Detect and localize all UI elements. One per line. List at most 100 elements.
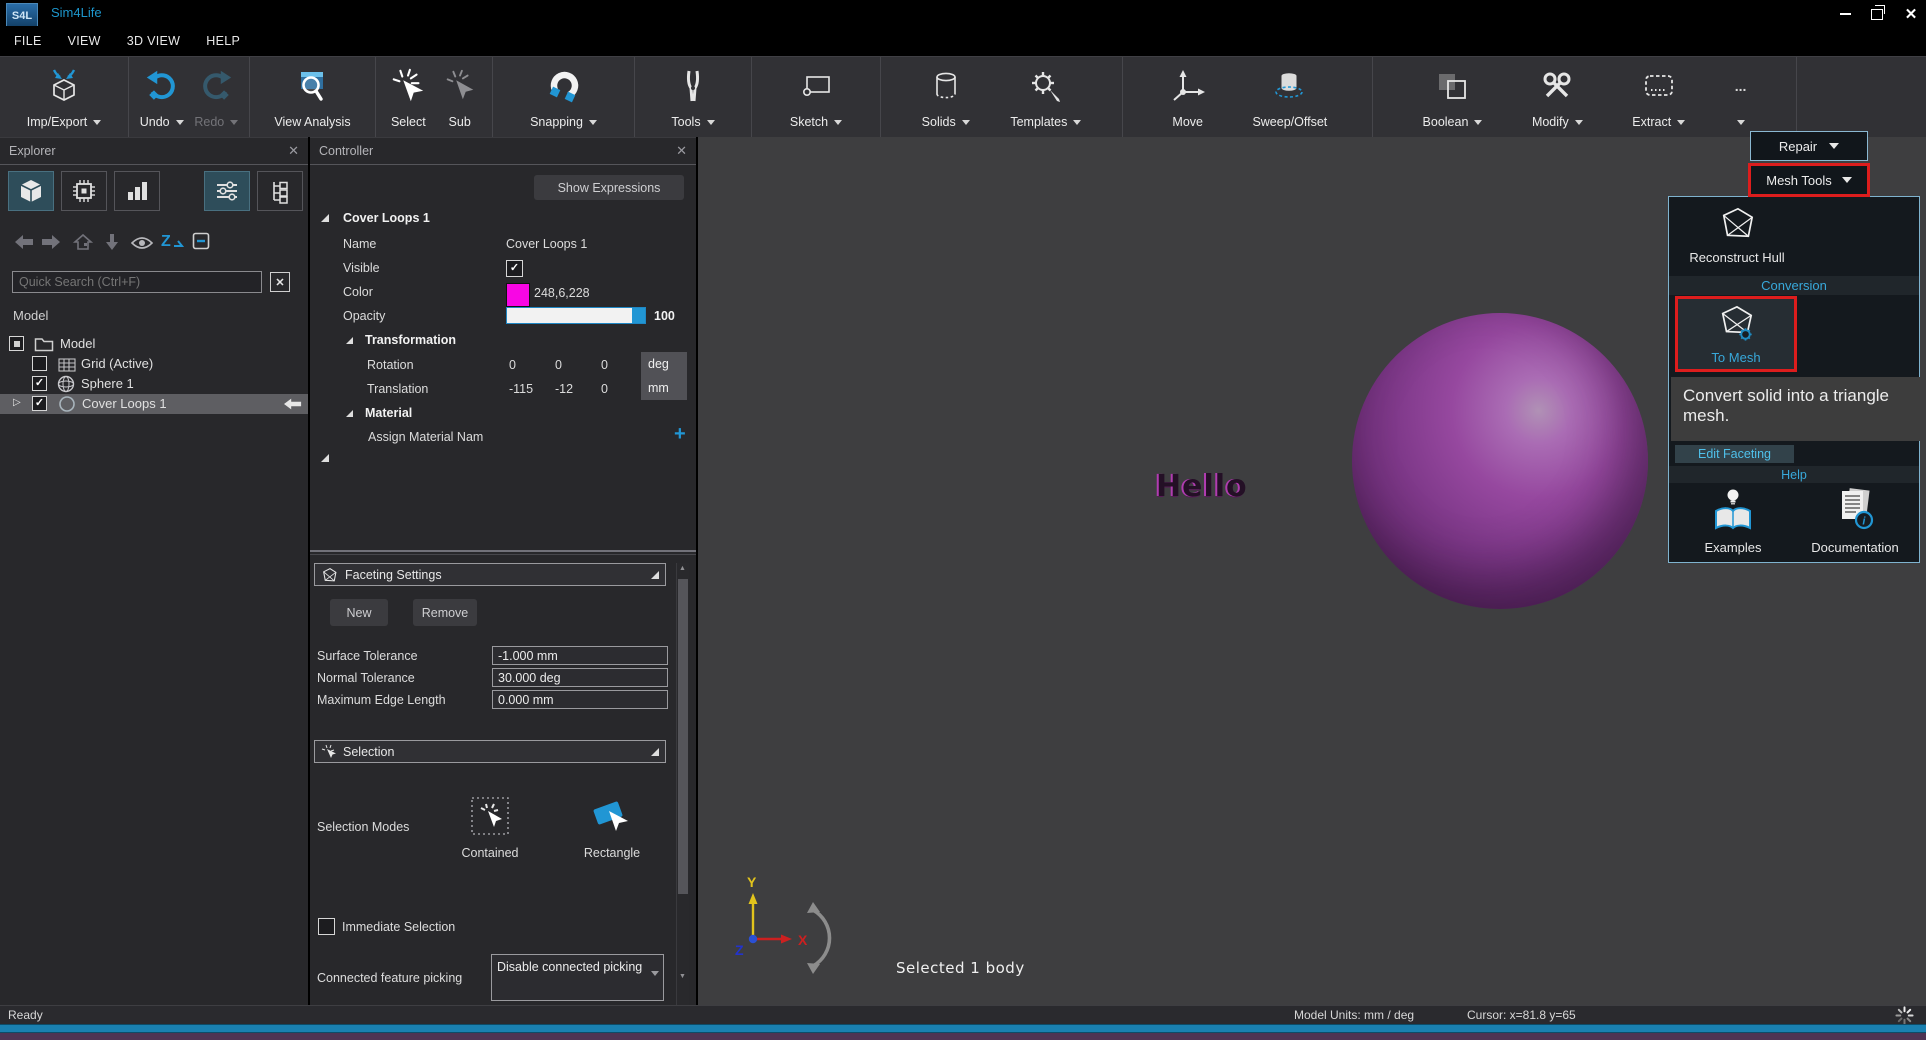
transformation-group[interactable]: Transformation bbox=[346, 330, 456, 350]
rotation-z-value[interactable]: 0 bbox=[601, 355, 608, 375]
tab-tree[interactable] bbox=[257, 171, 303, 211]
max-edge-length-input[interactable] bbox=[492, 690, 668, 709]
scroll-down-icon[interactable]: ▼ bbox=[679, 973, 686, 980]
toolbar-overflow-button[interactable]: ... bbox=[1735, 57, 1747, 137]
name-value[interactable]: Cover Loops 1 bbox=[506, 234, 587, 254]
tree-label[interactable]: Grid (Active) bbox=[81, 356, 153, 371]
move-button[interactable]: Move bbox=[1168, 57, 1208, 137]
nav-down-button[interactable] bbox=[105, 233, 119, 251]
translation-x-value[interactable]: -115 bbox=[509, 379, 533, 399]
sketch-button[interactable]: Sketch bbox=[790, 57, 842, 137]
goto-left-arrow-icon[interactable] bbox=[284, 398, 302, 410]
surface-tolerance-input[interactable] bbox=[492, 646, 668, 665]
tree-label[interactable]: Cover Loops 1 bbox=[82, 396, 167, 411]
templates-button[interactable]: Templates bbox=[1010, 57, 1081, 137]
tree-row-grid[interactable]: Grid (Active) bbox=[0, 354, 308, 374]
imp-export-button[interactable]: Imp/Export bbox=[27, 57, 101, 137]
boolean-button[interactable]: Boolean bbox=[1423, 57, 1483, 137]
repair-dropdown-button[interactable]: Repair bbox=[1750, 131, 1868, 161]
nav-forward-button[interactable] bbox=[41, 234, 61, 250]
cover-loops-checkbox[interactable]: ✓ bbox=[32, 396, 47, 411]
rotation-y-value[interactable]: 0 bbox=[555, 355, 562, 375]
menu-3d-view[interactable]: 3D VIEW bbox=[127, 34, 181, 48]
sub-select-button[interactable]: Sub bbox=[441, 57, 479, 137]
menu-help[interactable]: HELP bbox=[206, 34, 240, 48]
minimize-button[interactable] bbox=[1832, 6, 1858, 22]
opacity-slider[interactable] bbox=[506, 307, 646, 324]
modify-button[interactable]: Modify bbox=[1532, 57, 1583, 137]
selection-header[interactable]: Selection bbox=[314, 740, 666, 763]
documentation-item[interactable]: i Documentation bbox=[1797, 487, 1913, 555]
search-clear-button[interactable]: ✕ bbox=[270, 272, 290, 292]
connected-picking-dropdown[interactable]: Disable connected picking bbox=[491, 954, 664, 1001]
normal-tolerance-input[interactable] bbox=[492, 668, 668, 687]
tree-row-model[interactable]: Model bbox=[0, 334, 308, 354]
translation-y-value[interactable]: -12 bbox=[555, 379, 573, 399]
solids-button[interactable]: Solids bbox=[922, 57, 970, 137]
nav-home-button[interactable] bbox=[73, 233, 93, 251]
tab-properties[interactable] bbox=[204, 171, 250, 211]
collapse-all-button[interactable] bbox=[192, 232, 210, 250]
restore-button[interactable] bbox=[1864, 6, 1890, 22]
remove-button[interactable]: Remove bbox=[413, 599, 477, 626]
material-group[interactable]: Material bbox=[346, 403, 412, 423]
translation-z-value[interactable]: 0 bbox=[601, 379, 608, 399]
add-material-button[interactable]: + bbox=[674, 424, 686, 444]
contained-mode-button[interactable] bbox=[470, 796, 510, 836]
hello-3d-text[interactable]: Hello bbox=[1156, 469, 1248, 504]
collapse-triangle-icon[interactable] bbox=[321, 454, 329, 462]
orientation-axes-icon[interactable]: Y X Z bbox=[725, 870, 855, 980]
visibility-button[interactable] bbox=[131, 236, 153, 250]
expander-icon[interactable]: ▷ bbox=[13, 397, 21, 408]
group-cover-loops[interactable]: Cover Loops 1 bbox=[321, 208, 430, 228]
close-button[interactable]: ✕ bbox=[1896, 6, 1926, 22]
mesh-tools-dropdown-button[interactable]: Mesh Tools bbox=[1748, 163, 1870, 197]
examples-item[interactable]: Examples bbox=[1683, 487, 1783, 555]
extract-button[interactable]: Extract bbox=[1632, 57, 1685, 137]
controller-close-icon[interactable]: ✕ bbox=[676, 143, 687, 159]
nav-back-button[interactable] bbox=[14, 234, 34, 250]
new-button[interactable]: New bbox=[330, 599, 388, 626]
color-swatch[interactable] bbox=[506, 283, 530, 307]
redo-button[interactable]: Redo bbox=[194, 57, 238, 137]
splitter-handle[interactable] bbox=[310, 550, 696, 552]
tab-simulation[interactable] bbox=[61, 171, 107, 211]
scroll-up-icon[interactable]: ▲ bbox=[679, 565, 686, 572]
faceting-settings-header[interactable]: Faceting Settings bbox=[314, 563, 666, 586]
view-analysis-icon bbox=[292, 66, 332, 106]
sphere-object[interactable] bbox=[1352, 313, 1648, 609]
to-mesh-item[interactable]: To Mesh bbox=[1675, 296, 1797, 372]
immediate-selection-checkbox[interactable] bbox=[318, 918, 335, 935]
search-input[interactable] bbox=[12, 271, 262, 293]
zoom-to-button[interactable]: Z bbox=[160, 231, 184, 251]
menu-file[interactable]: FILE bbox=[14, 34, 42, 48]
snapping-button[interactable]: Snapping bbox=[530, 57, 597, 137]
explorer-close-icon[interactable]: ✕ bbox=[288, 143, 299, 159]
tree-label[interactable]: Model bbox=[60, 336, 95, 351]
tab-model[interactable] bbox=[8, 171, 54, 211]
edit-faceting-button[interactable]: Edit Faceting bbox=[1675, 445, 1794, 463]
menu-view[interactable]: VIEW bbox=[68, 34, 101, 48]
show-expressions-button[interactable]: Show Expressions bbox=[534, 175, 684, 200]
opacity-slider-handle[interactable] bbox=[632, 308, 645, 323]
sphere-checkbox[interactable]: ✓ bbox=[32, 376, 47, 391]
tools-button[interactable]: Tools bbox=[671, 57, 714, 137]
modify-label: Modify bbox=[1532, 115, 1569, 129]
undo-button[interactable]: Undo bbox=[140, 57, 184, 137]
view-analysis-button[interactable]: View Analysis bbox=[274, 57, 350, 137]
select-button[interactable]: Select bbox=[389, 57, 427, 137]
tree-row-cover-loops[interactable]: ▷ ✓ Cover Loops 1 bbox=[0, 394, 308, 414]
tree-label[interactable]: Sphere 1 bbox=[81, 376, 134, 391]
templates-gear-icon bbox=[1026, 66, 1066, 106]
tree-row-sphere[interactable]: ✓ Sphere 1 bbox=[0, 374, 308, 394]
scrollbar[interactable]: ▲ ▼ bbox=[676, 563, 689, 1006]
scrollbar-thumb[interactable] bbox=[678, 579, 688, 894]
model-checkbox[interactable] bbox=[9, 336, 24, 351]
rectangle-mode-button[interactable] bbox=[590, 796, 634, 836]
sweep-offset-button[interactable]: Sweep/Offset bbox=[1252, 57, 1327, 137]
grid-checkbox[interactable] bbox=[32, 356, 47, 371]
rotation-x-value[interactable]: 0 bbox=[509, 355, 516, 375]
visible-checkbox[interactable]: ✓ bbox=[506, 260, 523, 277]
reconstruct-hull-item[interactable]: Reconstruct Hull bbox=[1673, 205, 1801, 265]
tab-analysis[interactable] bbox=[114, 171, 160, 211]
